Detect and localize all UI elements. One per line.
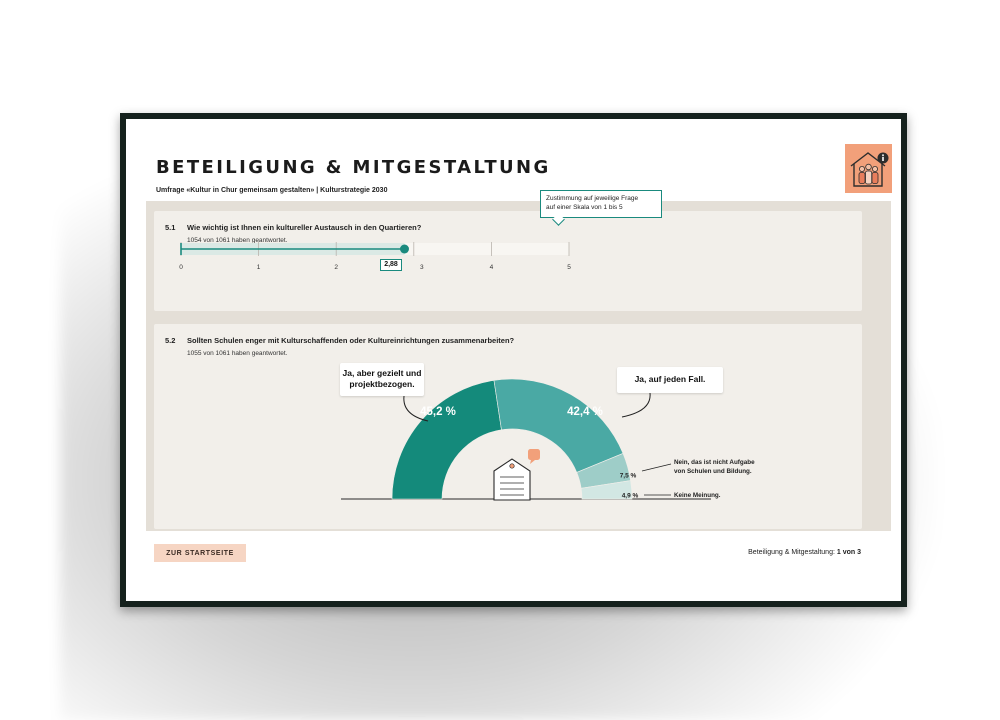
presentation-screen: BETEILIGUNG & MITGESTALTUNG Umfrage «Kul… — [126, 119, 901, 601]
label-line: Nein, das ist nicht Aufgabe — [674, 459, 755, 466]
callout-pointer — [621, 392, 651, 418]
slice-label-4-9: 4,9 % — [621, 492, 639, 500]
callout-auf-jeden-fall: Ja, auf jeden Fall. — [617, 367, 723, 393]
slice-label-42-4: 42,4 % — [567, 406, 603, 418]
page-indicator: Beteiligung & Mitgestaltung: 1 von 3 — [748, 549, 861, 556]
donut-slice — [493, 378, 624, 473]
bubble-body — [528, 449, 540, 460]
home-button[interactable]: ZUR STARTSEITE — [154, 544, 246, 562]
slice-label-45-2: 45,2 % — [420, 406, 456, 418]
callout-line: Ja, auf jeden Fall. — [634, 374, 706, 384]
screen-frame: BETEILIGUNG & MITGESTALTUNG Umfrage «Kul… — [120, 113, 907, 607]
label-nein: Nein, das ist nicht Aufgabe von Schulen … — [674, 458, 755, 476]
label-line: von Schulen und Bildung. — [674, 468, 752, 475]
label-pointer — [641, 463, 672, 472]
page-number: 1 von 3 — [836, 549, 861, 556]
clipboard-icon — [493, 458, 531, 501]
bubble-tail — [530, 460, 535, 464]
half-donut-chart — [341, 378, 711, 501]
slice-label-7-5: 7,5 % — [619, 472, 637, 480]
callout-line: projektbezogen. — [349, 379, 415, 389]
speech-bubble-icon — [528, 449, 540, 464]
label-keine-meinung: Keine Meinung. — [674, 491, 721, 500]
label-line: Keine Meinung. — [674, 492, 721, 499]
callout-line: Ja, aber gezielt und — [342, 368, 422, 378]
donut-slice — [391, 380, 502, 500]
callout-gezielt: Ja, aber gezielt und projektbezogen. — [340, 363, 424, 396]
clipboard-pin — [509, 463, 515, 469]
page-indicator-text: Beteiligung & Mitgestaltung: — [748, 549, 837, 556]
